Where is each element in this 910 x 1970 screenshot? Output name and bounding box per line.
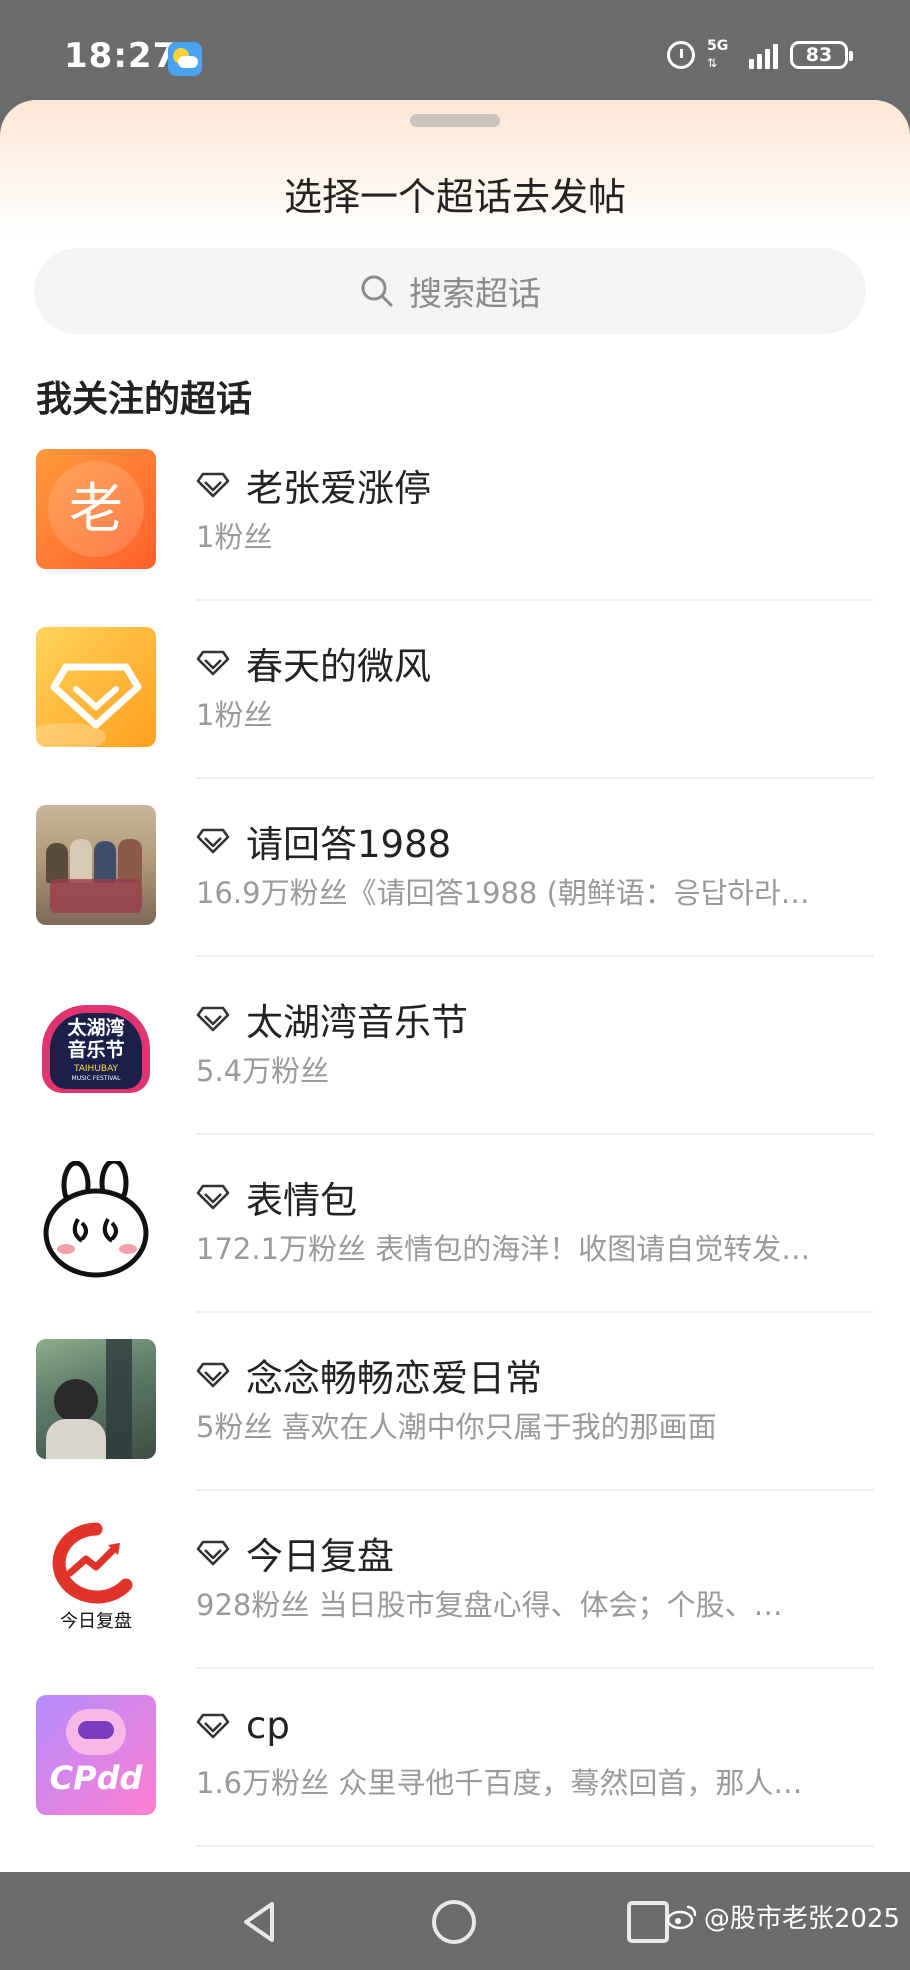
topic-avatar-photo [36,805,156,925]
topic-name: 今日复盘 [246,1535,394,1578]
chart-logo-icon [52,1522,133,1604]
avatar-glyph: 老 [69,477,123,540]
topic-desc: 928粉丝 当日股市复盘心得、体会；个股、… [196,1588,783,1622]
topic-avatar [36,627,156,747]
topic-desc: 16.9万粉丝《请回答1988 (朝鲜语：응답하라… [196,876,810,910]
divider [196,1133,874,1135]
divider [196,599,874,601]
topic-item[interactable]: 春天的微风 1粉丝 [0,626,910,804]
topic-item[interactable]: 请回答1988 16.9万粉丝《请回答1988 (朝鲜语：응답하라… [0,804,910,982]
section-title: 我关注的超话 [36,379,253,420]
divider [196,1845,874,1847]
topic-item[interactable]: 表情包 172.1万粉丝 表情包的海洋！收图请自觉转发… [0,1160,910,1338]
signal-icon: 5G ⇅ [707,38,729,70]
topic-avatar-photo [36,1339,156,1459]
topic-name: 表情包 [246,1179,357,1222]
weibo-icon [666,1905,697,1929]
divider [196,1311,874,1313]
topic-desc: 1.6万粉丝 众里寻他千百度，蓦然回首，那人… [196,1766,803,1800]
diamond-icon [196,1006,230,1032]
battery-level: 83 [805,44,833,66]
topic-name: 请回答1988 [246,823,452,866]
avatar-text: CPdd [49,1759,143,1797]
home-icon[interactable] [426,1894,482,1950]
topic-name: cp [246,1704,290,1747]
weather-icon [168,42,202,76]
search-placeholder: 搜索超话 [409,274,541,313]
diamond-logo-icon [36,663,142,747]
avatar-caption: 今日复盘 [60,1611,132,1632]
topic-desc: 1粉丝 [196,698,273,732]
topic-item[interactable]: CPdd cp 1.6万粉丝 众里寻他千百度，蓦然回首，那人… [0,1694,910,1872]
divider [196,1489,874,1491]
bunny-icon [43,1161,149,1278]
topic-desc: 1粉丝 [196,520,273,554]
topic-item[interactable]: 老 老张爱涨停 1粉丝 [0,448,910,626]
topic-avatar-logo: CPdd [36,1695,156,1815]
divider [196,1667,874,1669]
sheet-title: 选择一个超话去发帖 [283,175,626,219]
network-type: 5G [707,38,729,54]
topic-avatar-logo: 今日复盘 [36,1517,156,1637]
topic-picker-sheet: 选择一个超话去发帖 搜索超话 我关注的超话 老 老张爱涨停 1粉丝 春天的微风 … [0,100,910,1872]
watermark: @股市老张2025 [666,1898,900,1935]
divider [196,955,874,957]
avatar-line: TAIHUBAY [73,1064,119,1074]
avatar-line: 音乐节 [67,1039,125,1061]
sheet-drag-handle[interactable] [410,114,500,127]
topic-name: 春天的微风 [246,645,431,688]
topic-item[interactable]: 今日复盘 今日复盘 928粉丝 当日股市复盘心得、体会；个股、… [0,1516,910,1694]
watermark-text: @股市老张2025 [703,1904,900,1934]
diamond-icon [196,1362,230,1388]
topic-avatar: 老 [36,449,156,569]
search-bar[interactable]: 搜索超话 [34,248,866,334]
divider [196,777,874,779]
topic-desc: 5粉丝 喜欢在人潮中你只属于我的那画面 [196,1410,717,1444]
topic-name: 太湖湾音乐节 [246,1001,468,1044]
diamond-icon [196,472,230,498]
diamond-icon [196,650,230,676]
topic-list: 老 老张爱涨停 1粉丝 春天的微风 1粉丝 请回答1988 16.9万粉丝《请回… [0,448,910,1872]
topic-name: 念念畅畅恋爱日常 [246,1357,542,1400]
diamond-icon [196,828,230,854]
diamond-icon [196,1184,230,1210]
alarm-icon [667,41,695,69]
topic-avatar-bunny [36,1161,156,1281]
topic-name: 老张爱涨停 [246,467,431,510]
topic-item[interactable]: 念念畅畅恋爱日常 5粉丝 喜欢在人潮中你只属于我的那画面 [0,1338,910,1516]
topic-desc: 5.4万粉丝 [196,1054,330,1088]
search-icon [361,275,393,307]
battery-icon: 83 [790,41,853,69]
status-bar: 18:27 5G ⇅ 83 [0,0,910,100]
topic-item[interactable]: 太湖湾 音乐节 TAIHUBAY MUSIC FESTIVAL 太湖湾音乐节 5… [0,982,910,1160]
topic-avatar-logo: 太湖湾 音乐节 TAIHUBAY MUSIC FESTIVAL [36,983,156,1103]
avatar-line: MUSIC FESTIVAL [71,1075,121,1082]
topic-desc: 172.1万粉丝 表情包的海洋！收图请自觉转发… [196,1232,811,1266]
avatar-line: 太湖湾 [67,1017,125,1039]
status-time: 18:27 [64,36,178,76]
diamond-icon [196,1540,230,1566]
back-icon[interactable] [232,1894,288,1950]
signal-bars-icon [749,41,778,69]
diamond-icon [196,1713,230,1738]
